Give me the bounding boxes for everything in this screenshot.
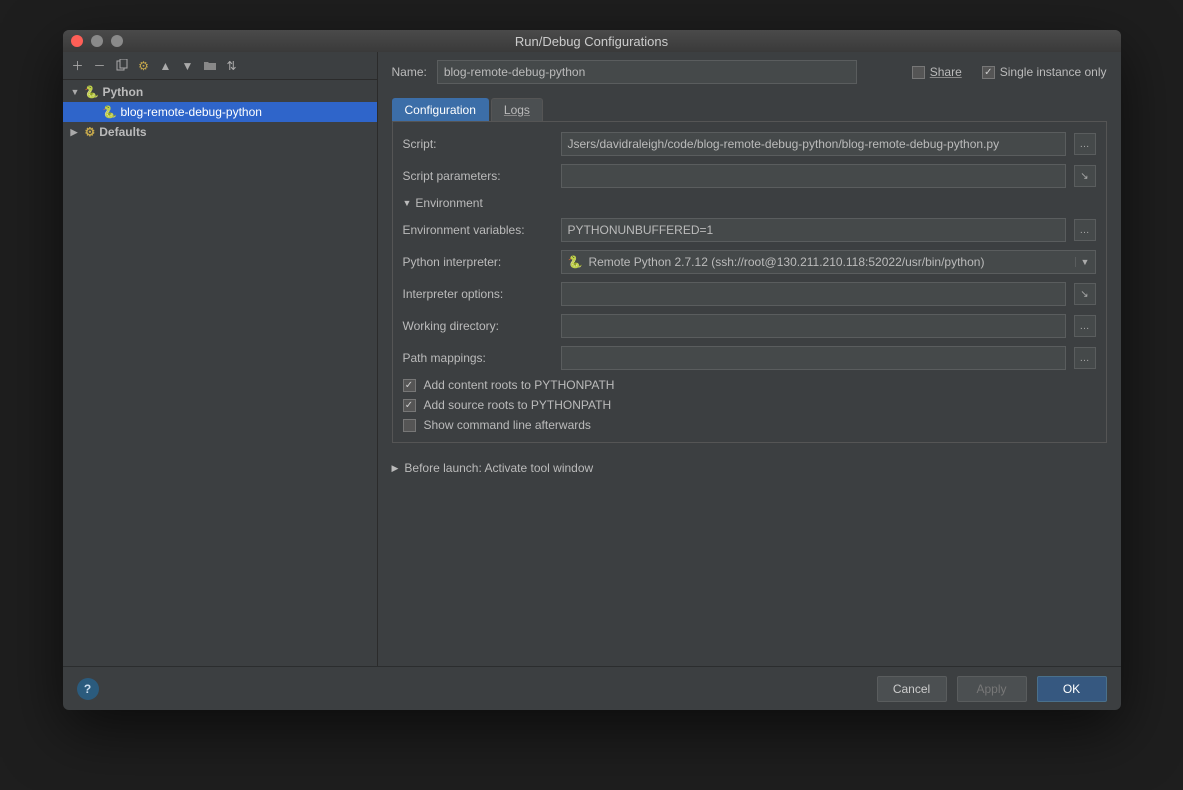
folder-icon[interactable]: [201, 57, 219, 75]
remove-icon[interactable]: －: [91, 57, 109, 75]
config-tree: ▼ 🐍 Python 🐍 blog-remote-debug-python ▶ …: [63, 80, 377, 666]
chevron-down-icon: ▼: [71, 87, 81, 97]
interp-opts-label: Interpreter options:: [403, 287, 553, 301]
run-debug-config-dialog: Run/Debug Configurations ＋ － ⚙ ▲ ▼ ⇅ ▼: [63, 30, 1121, 710]
apply-button[interactable]: Apply: [957, 676, 1027, 702]
env-section-header[interactable]: ▼ Environment: [403, 196, 1096, 210]
chevron-down-icon: ▼: [403, 198, 412, 208]
help-button[interactable]: ?: [77, 678, 99, 700]
sidebar: ＋ － ⚙ ▲ ▼ ⇅ ▼ 🐍 Python 🐍: [63, 52, 378, 666]
script-params-input[interactable]: [561, 164, 1066, 188]
share-checkbox[interactable]: Share: [912, 65, 962, 79]
browse-button[interactable]: …: [1074, 133, 1096, 155]
browse-button[interactable]: …: [1074, 315, 1096, 337]
env-vars-label: Environment variables:: [403, 223, 553, 237]
tab-logs[interactable]: Logs: [491, 98, 543, 121]
name-input[interactable]: [437, 60, 857, 84]
down-icon[interactable]: ▼: [179, 57, 197, 75]
button-bar: ? Cancel Apply OK: [63, 666, 1121, 710]
before-launch-section[interactable]: ▶ Before launch: Activate tool window: [392, 461, 1107, 475]
python-icon: 🐍: [568, 255, 583, 269]
path-mappings-label: Path mappings:: [403, 351, 553, 365]
chevron-down-icon[interactable]: ▼: [1075, 257, 1095, 267]
configuration-panel: Script: Jsers/davidraleigh/code/blog-rem…: [392, 122, 1107, 443]
expand-button[interactable]: ↘: [1074, 283, 1096, 305]
script-input[interactable]: Jsers/davidraleigh/code/blog-remote-debu…: [561, 132, 1066, 156]
copy-icon[interactable]: [113, 57, 131, 75]
interpreter-label: Python interpreter:: [403, 255, 553, 269]
single-instance-checkbox[interactable]: Single instance only: [982, 65, 1107, 79]
tree-label: Defaults: [99, 125, 146, 139]
browse-button[interactable]: …: [1074, 219, 1096, 241]
ok-button[interactable]: OK: [1037, 676, 1107, 702]
dialog-content: ＋ － ⚙ ▲ ▼ ⇅ ▼ 🐍 Python 🐍: [63, 52, 1121, 710]
tree-node-python[interactable]: ▼ 🐍 Python: [63, 82, 377, 102]
single-instance-label: Single instance only: [1000, 65, 1107, 79]
sidebar-toolbar: ＋ － ⚙ ▲ ▼ ⇅: [63, 52, 377, 80]
browse-button[interactable]: …: [1074, 347, 1096, 369]
settings-icon[interactable]: ⚙: [135, 57, 153, 75]
env-vars-input[interactable]: PYTHONUNBUFFERED=1: [561, 218, 1066, 242]
cancel-button[interactable]: Cancel: [877, 676, 947, 702]
chevron-right-icon: ▶: [392, 463, 399, 474]
checkbox-icon: [403, 419, 416, 432]
add-source-roots-checkbox[interactable]: Add source roots to PYTHONPATH: [403, 398, 1096, 412]
show-cmd-checkbox[interactable]: Show command line afterwards: [403, 418, 1096, 432]
tree-label: Python: [103, 85, 144, 99]
chevron-right-icon: ▶: [71, 127, 81, 138]
wrench-icon: ⚙: [85, 125, 96, 139]
main-panel: Name: Share Single instance only Configu…: [378, 52, 1121, 666]
script-label: Script:: [403, 137, 553, 151]
share-label: Share: [930, 65, 962, 79]
checkbox-icon: [403, 379, 416, 392]
interp-opts-input[interactable]: [561, 282, 1066, 306]
checkbox-icon: [982, 66, 995, 79]
expand-button[interactable]: ↘: [1074, 165, 1096, 187]
python-icon: 🐍: [103, 105, 117, 119]
python-icon: 🐍: [85, 85, 99, 99]
up-icon[interactable]: ▲: [157, 57, 175, 75]
workdir-label: Working directory:: [403, 319, 553, 333]
add-content-roots-checkbox[interactable]: Add content roots to PYTHONPATH: [403, 378, 1096, 392]
checkbox-icon: [912, 66, 925, 79]
script-params-label: Script parameters:: [403, 169, 553, 183]
window-title: Run/Debug Configurations: [63, 34, 1121, 49]
add-icon[interactable]: ＋: [69, 57, 87, 75]
tree-node-config[interactable]: 🐍 blog-remote-debug-python: [63, 102, 377, 122]
tree-node-defaults[interactable]: ▶ ⚙ Defaults: [63, 122, 377, 142]
checkbox-icon: [403, 399, 416, 412]
workdir-input[interactable]: [561, 314, 1066, 338]
path-mappings-input[interactable]: [561, 346, 1066, 370]
tab-bar: Configuration Logs: [392, 98, 1107, 122]
tree-label: blog-remote-debug-python: [121, 105, 262, 119]
name-label: Name:: [392, 65, 427, 79]
titlebar: Run/Debug Configurations: [63, 30, 1121, 52]
sort-icon[interactable]: ⇅: [223, 57, 241, 75]
interpreter-dropdown[interactable]: 🐍Remote Python 2.7.12 (ssh://root@130.21…: [561, 250, 1096, 274]
tab-configuration[interactable]: Configuration: [392, 98, 489, 121]
